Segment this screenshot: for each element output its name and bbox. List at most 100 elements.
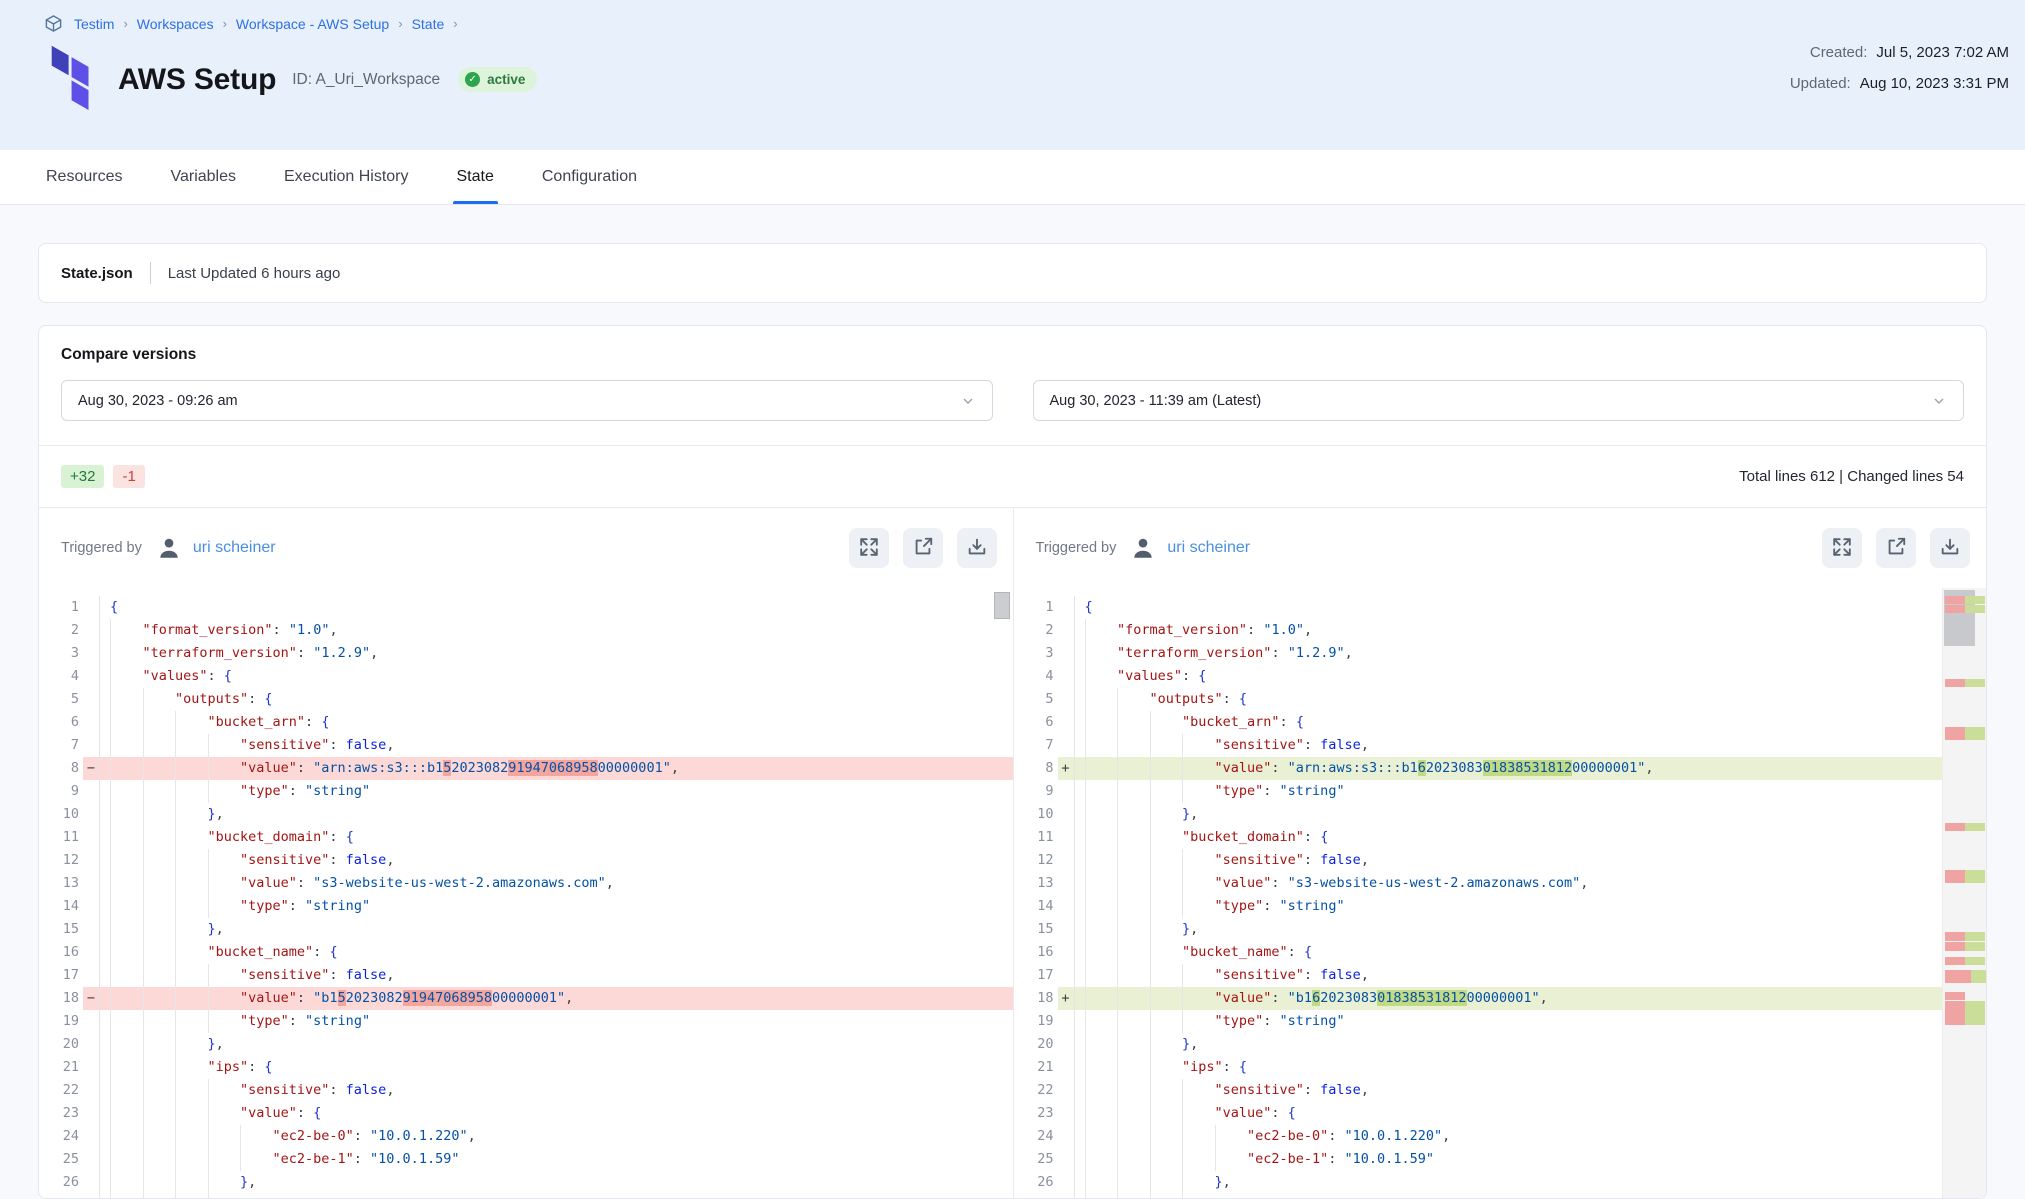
- indent-guide: [143, 1056, 176, 1079]
- code-token: "string": [1280, 898, 1345, 914]
- diff-marker: [83, 895, 99, 918]
- code-text: "bucket_name": {: [99, 941, 1013, 964]
- indent-guide: [1085, 734, 1118, 757]
- code-line: 22"sensitive": false,: [39, 1079, 1013, 1102]
- ruler-mark-added: [1965, 1001, 1985, 1009]
- indent-guide: [1085, 826, 1118, 849]
- download-button[interactable]: [957, 528, 997, 568]
- indent-guide: [143, 1079, 176, 1102]
- workspace-cube-icon: [44, 14, 63, 33]
- breadcrumb-item[interactable]: State: [412, 16, 445, 32]
- code-line-body: "value": {: [83, 1102, 1013, 1125]
- code-line: 12"sensitive": false,: [1014, 849, 1987, 872]
- indent-guide: [1117, 711, 1150, 734]
- indent-guide: [143, 1102, 176, 1125]
- triggered-by-user-link[interactable]: uri scheiner: [1167, 539, 1250, 557]
- code-token: :: [1263, 1013, 1279, 1029]
- code-token: :: [329, 829, 345, 845]
- diff-marker: +: [1058, 987, 1074, 1010]
- scrollbar-thumb[interactable]: [994, 592, 1010, 619]
- code-line: 9"type": "string": [1014, 780, 1987, 803]
- version-select-left[interactable]: Aug 30, 2023 - 09:26 am: [61, 380, 993, 421]
- breadcrumb-item[interactable]: Testim: [74, 16, 114, 32]
- code-text: "terraform_version": "1.2.9",: [99, 642, 1013, 665]
- download-icon: [1939, 536, 1961, 561]
- code-token: 5: [338, 990, 346, 1006]
- code-token: :: [297, 990, 313, 1006]
- code-token: "string": [1280, 783, 1345, 799]
- code-token: ,: [1190, 806, 1198, 822]
- open-external-button[interactable]: [903, 528, 943, 568]
- diff-pane-left: Triggered byuri scheiner1{2"format_versi…: [39, 508, 1013, 1199]
- code-token: ,: [565, 990, 573, 1006]
- code-text: "type": "string": [99, 895, 1013, 918]
- line-number: 17: [39, 964, 83, 987]
- diff-marker: [1058, 1125, 1074, 1148]
- code-token: "sensitive": [240, 852, 329, 868]
- tab-variables[interactable]: Variables: [170, 150, 236, 204]
- line-number: 20: [39, 1033, 83, 1056]
- code-line-body: "sensitive": false,: [1058, 849, 1987, 872]
- code-token: :: [329, 967, 345, 983]
- indent-guide: [143, 1033, 176, 1056]
- code-line: 2"format_version": "1.0",: [1014, 619, 1987, 642]
- code-text: "sensitive": false,: [1074, 734, 1987, 757]
- diff-ruler-mark: [1945, 992, 1965, 1000]
- diff-marker: [1058, 964, 1074, 987]
- code-token: "bucket_arn": [1182, 714, 1280, 730]
- tab-resources[interactable]: Resources: [46, 150, 122, 204]
- open-external-button[interactable]: [1876, 528, 1916, 568]
- code-line-body: "type": "string": [1058, 780, 1987, 803]
- created-label: Created:: [1810, 44, 1868, 61]
- code-token: :: [329, 1082, 345, 1098]
- ruler-mark-removed: [1945, 1009, 1965, 1017]
- download-button[interactable]: [1930, 528, 1970, 568]
- code-token: false: [346, 967, 387, 983]
- diff-ruler-mark: [1945, 942, 1985, 951]
- indent-guide: [1182, 1010, 1215, 1033]
- ruler-mark-removed: [1945, 992, 1965, 1000]
- indent-guide: [208, 780, 241, 803]
- indent-guide: [1085, 872, 1118, 895]
- expand-button[interactable]: [849, 528, 889, 568]
- code-line-body: "type": [: [83, 1194, 1013, 1199]
- code-line: 18−"value": "b15202308291947068958000000…: [39, 987, 1013, 1010]
- code-token: {: [1288, 1105, 1296, 1121]
- ruler-mark-added: [1965, 1009, 1985, 1017]
- breadcrumb-separator-icon: ›: [123, 16, 127, 31]
- indent-guide: [1117, 1125, 1150, 1148]
- code-text: "outputs": {: [1074, 688, 1987, 711]
- code-token: 00000001": [598, 760, 671, 776]
- code-token: :: [248, 691, 264, 707]
- expand-button[interactable]: [1822, 528, 1862, 568]
- line-number: 14: [39, 895, 83, 918]
- indent-guide: [175, 803, 208, 826]
- code-token: :: [1223, 691, 1239, 707]
- code-line: 14"type": "string": [1014, 895, 1987, 918]
- code-line-body: "type": "string": [83, 780, 1013, 803]
- code-line: 10},: [1014, 803, 1987, 826]
- tab-state[interactable]: State: [457, 150, 494, 204]
- line-number: 22: [1014, 1079, 1058, 1102]
- diff-ruler-mark: [1945, 870, 1985, 883]
- code-line: 27"type": [: [39, 1194, 1013, 1199]
- page-title: AWS Setup: [118, 63, 276, 97]
- tab-configuration[interactable]: Configuration: [542, 150, 637, 204]
- indent-guide: [175, 849, 208, 872]
- diff-marker: [83, 1102, 99, 1125]
- code-token: "type": [1215, 1013, 1264, 1029]
- line-number: 11: [1014, 826, 1058, 849]
- triggered-by-user-link[interactable]: uri scheiner: [193, 539, 276, 557]
- indent-guide: [110, 849, 143, 872]
- breadcrumb-item[interactable]: Workspace - AWS Setup: [236, 16, 389, 32]
- tab-execution-history[interactable]: Execution History: [284, 150, 409, 204]
- version-select-right[interactable]: Aug 30, 2023 - 11:39 am (Latest): [1033, 380, 1965, 421]
- code-token: ,: [1580, 875, 1588, 891]
- code-line-body: +"value": "arn:aws:s3:::b162023083018385…: [1058, 757, 1987, 780]
- indent-guide: [1085, 1125, 1118, 1148]
- diff-marker: [83, 849, 99, 872]
- breadcrumb-item[interactable]: Workspaces: [137, 16, 214, 32]
- code-line-body: "terraform_version": "1.2.9",: [83, 642, 1013, 665]
- code-text: "bucket_name": {: [1074, 941, 1987, 964]
- code-line: 2"format_version": "1.0",: [39, 619, 1013, 642]
